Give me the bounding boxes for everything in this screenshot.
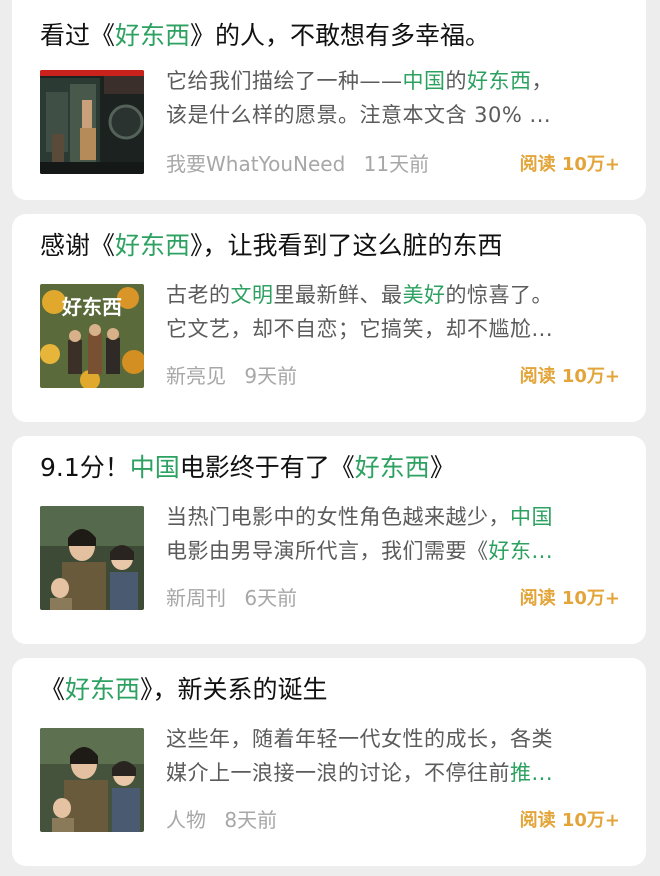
movie-poster-image[interactable]: 好东西 — [40, 284, 144, 388]
publish-time: 11天前 — [363, 152, 430, 176]
article-card[interactable]: 《好东西》，新关系的诞生 这些年，随着年轻一代女性的成长，各类 媒介上一浪接一浪… — [12, 658, 646, 866]
text-segment: 的 — [445, 69, 467, 93]
article-title[interactable]: 感谢《好东西》，让我看到了这么脏的东西 — [40, 228, 630, 264]
article-meta: 我要WhatYouNeed 11天前 — [166, 148, 429, 177]
article-meta: 新亮见 9天前 — [166, 360, 297, 389]
text-segment: 》的人，不敢想有多幸福。 — [190, 21, 491, 50]
text-segment: 电影由男导演所代言，我们需要《 — [166, 539, 489, 563]
highlight-keyword: 推... — [510, 761, 554, 785]
text-segment: 古老的 — [166, 283, 231, 307]
summary-line: 这些年，随着年轻一代女性的成长，各类 — [166, 722, 630, 756]
text-segment: 9.1分！ — [40, 453, 130, 482]
article-card[interactable]: 看过《好东西》的人，不敢想有多幸福。 它给我们描绘了一种——中国的好东西， 该是… — [12, 0, 646, 200]
summary-line: 古老的文明里最新鲜、最美好的惊喜了。 — [166, 278, 630, 312]
text-segment: 感谢《 — [40, 231, 116, 260]
text-segment: 》，让我看到了这么脏的东西 — [190, 231, 503, 260]
article-title[interactable]: 看过《好东西》的人，不敢想有多幸福。 — [40, 18, 630, 54]
highlight-keyword: 中国 — [402, 69, 446, 93]
highlight-keyword: 好东西 — [467, 69, 532, 93]
summary-line: 它文艺，却不自恋；它搞笑，却不尴尬... — [166, 312, 630, 346]
text-segment: 它文艺，却不自恋；它搞笑，却不尴尬... — [166, 317, 554, 341]
text-segment: 当热门电影中的女性角色越来越少， — [166, 505, 510, 529]
summary-line: 该是什么样的愿景。注意本文含 30% ... — [166, 98, 630, 132]
highlight-keyword: 文明 — [230, 283, 274, 307]
text-segment: 看过《 — [40, 21, 116, 50]
source-name[interactable]: 新亮见 — [166, 364, 226, 388]
text-segment: 它给我们描绘了一种—— — [166, 69, 403, 93]
highlight-keyword: 好东... — [488, 539, 554, 563]
text-segment: ， — [531, 69, 553, 93]
article-meta: 新周刊 6天前 — [166, 582, 297, 611]
article-title[interactable]: 《好东西》，新关系的诞生 — [40, 672, 630, 708]
source-name[interactable]: 人物 — [166, 808, 206, 832]
article-summary: 它给我们描绘了一种——中国的好东西， 该是什么样的愿景。注意本文含 30% ..… — [166, 64, 630, 132]
summary-line: 媒介上一浪接一浪的讨论，不停往前推... — [166, 756, 630, 790]
highlight-keyword: 美好 — [402, 283, 446, 307]
highlight-keyword: 中国 — [510, 505, 553, 529]
text-segment: 媒介上一浪接一浪的讨论，不停往前 — [166, 761, 510, 785]
text-segment: 电影终于有了《 — [179, 453, 355, 482]
article-feed: 看过《好东西》的人，不敢想有多幸福。 它给我们描绘了一种——中国的好东西， 该是… — [0, 0, 660, 876]
summary-line: 它给我们描绘了一种——中国的好东西， — [166, 64, 630, 98]
highlight-keyword: 好东西 — [65, 675, 141, 704]
text-segment: 里最新鲜、最 — [273, 283, 403, 307]
poster-title: 好东西 — [61, 295, 122, 319]
article-card[interactable]: 感谢《好东西》，让我看到了这么脏的东西 好东西 古老的文明里最新鲜、最美好的惊喜… — [12, 214, 646, 422]
read-count: 阅读 10万+ — [519, 588, 620, 609]
article-summary: 这些年，随着年轻一代女性的成长，各类 媒介上一浪接一浪的讨论，不停往前推... — [166, 722, 630, 790]
text-segment: 这些年，随着年轻一代女性的成长，各类 — [166, 727, 553, 751]
mother-daughter-still-image[interactable] — [40, 506, 144, 610]
highlight-keyword: 好东西 — [115, 21, 191, 50]
mother-daughter-still-image-2[interactable] — [40, 728, 144, 832]
article-summary: 古老的文明里最新鲜、最美好的惊喜了。 它文艺，却不自恋；它搞笑，却不尴尬... — [166, 278, 630, 346]
highlight-keyword: 好东西 — [354, 453, 430, 482]
publish-time: 8天前 — [224, 808, 278, 832]
article-card[interactable]: 9.1分！中国电影终于有了《好东西》 当热门电影中的女性角色越来越少，中国 电影… — [12, 436, 646, 644]
text-segment: 《 — [40, 675, 66, 704]
night-balcony-scene-image[interactable] — [40, 70, 144, 174]
article-title[interactable]: 9.1分！中国电影终于有了《好东西》 — [40, 450, 630, 486]
highlight-keyword: 好东西 — [115, 231, 191, 260]
publish-time: 9天前 — [244, 364, 298, 388]
read-count: 阅读 10万+ — [519, 154, 620, 175]
article-summary: 当热门电影中的女性角色越来越少，中国 电影由男导演所代言，我们需要《好东... — [166, 500, 630, 568]
read-count: 阅读 10万+ — [519, 810, 620, 831]
read-count: 阅读 10万+ — [519, 366, 620, 387]
article-meta: 人物 8天前 — [166, 804, 277, 833]
publish-time: 6天前 — [244, 586, 298, 610]
source-name[interactable]: 我要WhatYouNeed — [166, 152, 345, 176]
summary-line: 当热门电影中的女性角色越来越少，中国 — [166, 500, 630, 534]
text-segment: 该是什么样的愿景。注意本文含 30% ... — [166, 103, 552, 127]
source-name[interactable]: 新周刊 — [166, 586, 226, 610]
highlight-keyword: 中国 — [129, 453, 180, 482]
text-segment: 》 — [429, 453, 455, 482]
text-segment: 的惊喜了。 — [445, 283, 553, 307]
summary-line: 电影由男导演所代言，我们需要《好东... — [166, 534, 630, 568]
text-segment: 》，新关系的诞生 — [140, 675, 328, 704]
